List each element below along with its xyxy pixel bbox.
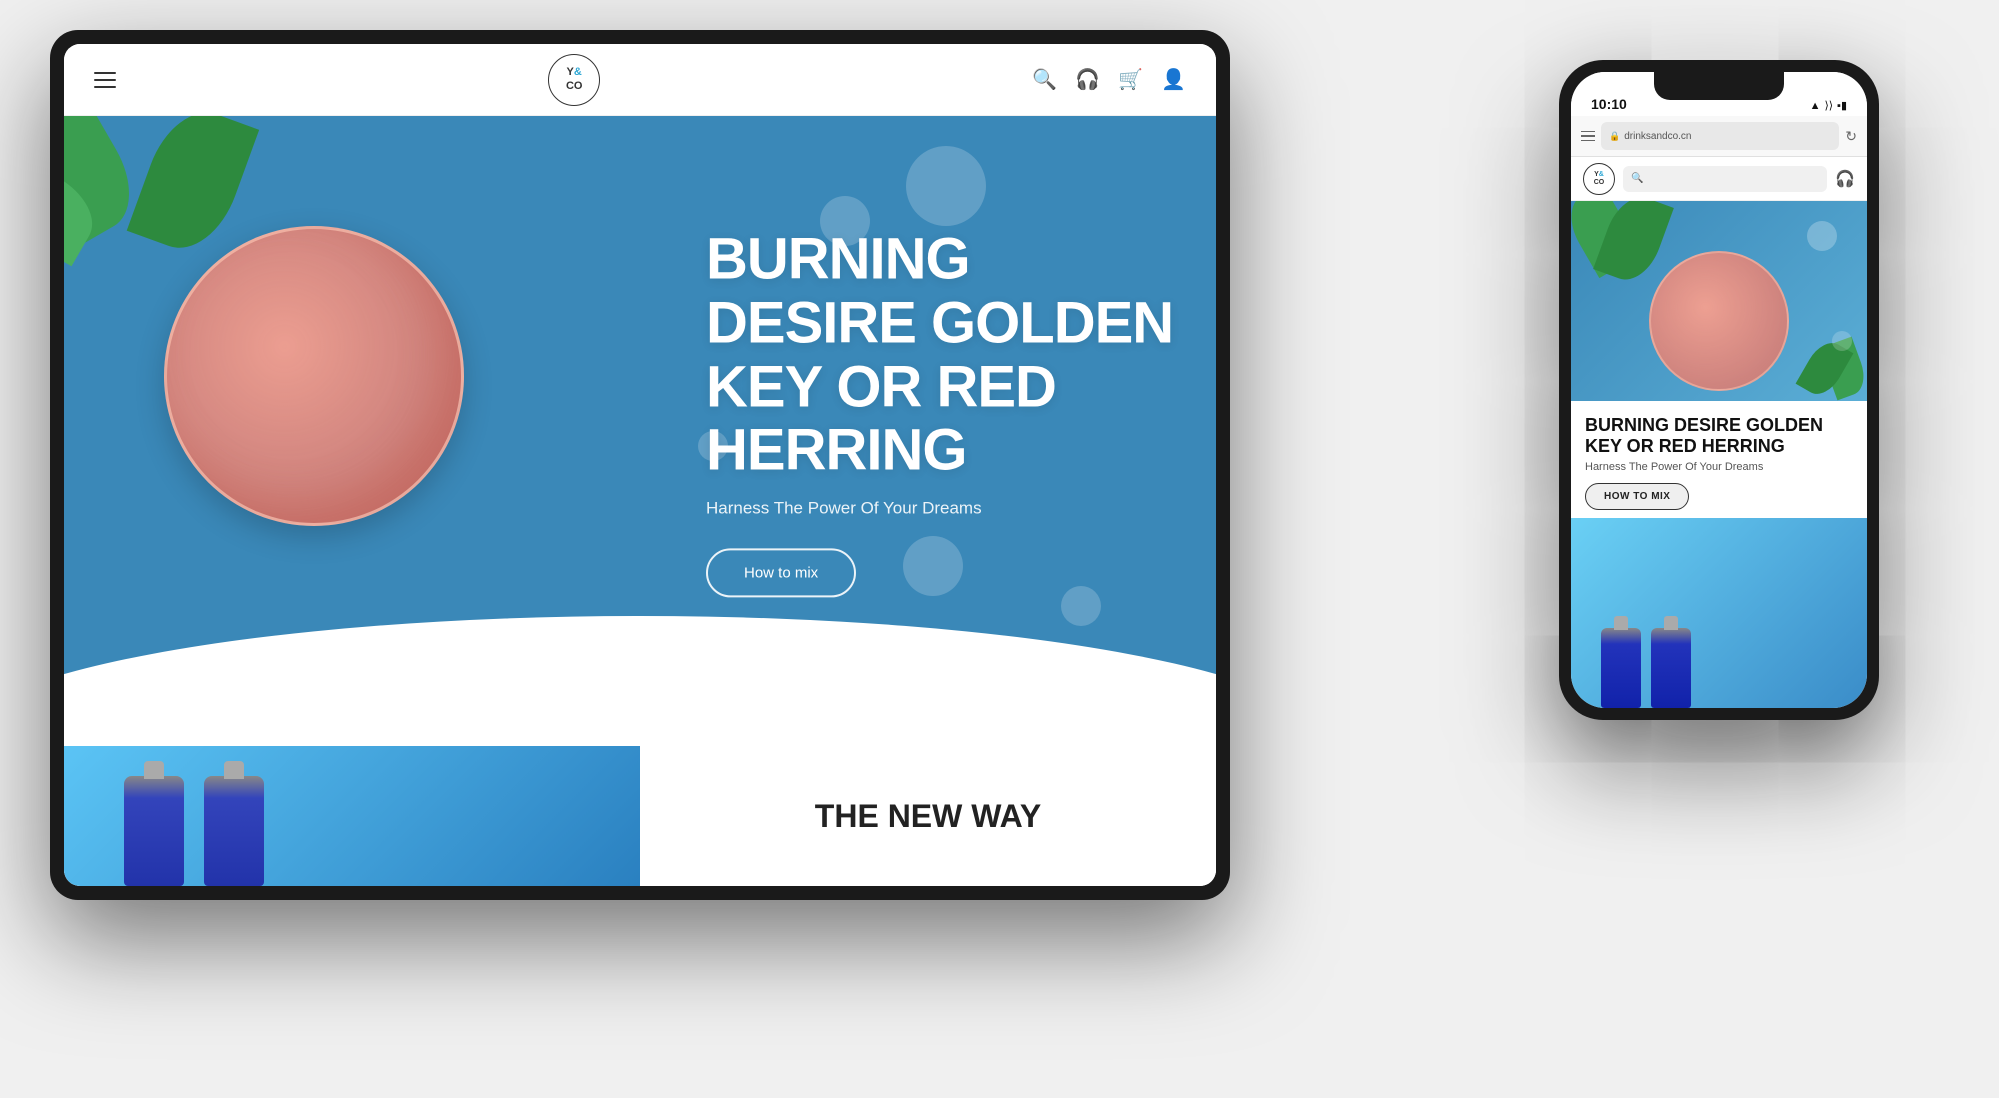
phone-navbar: Y&CO 🔍 🎧 — [1571, 157, 1867, 201]
wave-decoration — [64, 616, 1216, 746]
phone-search-bar[interactable]: 🔍 — [1623, 166, 1827, 192]
phone-notch — [1654, 72, 1784, 100]
phone-logo[interactable]: Y&CO — [1583, 163, 1615, 195]
phone-bottom-card — [1571, 518, 1867, 708]
bottom-card-text: THE NEW WAY — [640, 746, 1216, 886]
signal-icon: ▲ — [1810, 100, 1821, 112]
battery-icon: ▪▮ — [1837, 99, 1847, 112]
phone-hero-title: BURNING DESIRE GOLDEN KEY OR RED HERRING — [1585, 415, 1853, 456]
tablet-bottom-section: THE NEW WAY — [64, 746, 1216, 886]
tablet-navbar: Y&CO 🔍 🎧 🛒 👤 — [64, 44, 1216, 116]
tablet-logo[interactable]: Y&CO — [548, 54, 600, 106]
logo-text: Y&CO — [566, 66, 583, 92]
phone-hero-subtitle: Harness The Power Of Your Dreams — [1585, 461, 1853, 473]
bottle-image-1 — [124, 776, 184, 886]
phone-screen: 10:10 ▲ ⟩⟩ ▪▮ 🔒 drinksandco.cn ↻ — [1571, 72, 1867, 708]
url-bar[interactable]: 🔒 drinksandco.cn — [1601, 122, 1839, 150]
hero-text-block: BURNING DESIRE GOLDEN KEY OR RED HERRING… — [706, 227, 1176, 597]
status-icons: ▲ ⟩⟩ ▪▮ — [1810, 99, 1847, 112]
phone-cocktail-glass — [1649, 251, 1789, 391]
hero-title: BURNING DESIRE GOLDEN KEY OR RED HERRING — [706, 227, 1176, 482]
phone-text-section: BURNING DESIRE GOLDEN KEY OR RED HERRING… — [1571, 401, 1867, 518]
bottom-card-product — [64, 746, 640, 886]
phone-content: BURNING DESIRE GOLDEN KEY OR RED HERRING… — [1571, 201, 1867, 708]
phone-device: 10:10 ▲ ⟩⟩ ▪▮ 🔒 drinksandco.cn ↻ — [1559, 60, 1879, 720]
phone-headset-icon[interactable]: 🎧 — [1835, 169, 1855, 189]
tablet-hero: BURNING DESIRE GOLDEN KEY OR RED HERRING… — [64, 116, 1216, 746]
bottle-image-2 — [204, 776, 264, 886]
nav-icons: 🔍 🎧 🛒 👤 — [1032, 67, 1186, 92]
leaves-decoration — [64, 116, 224, 246]
hamburger-menu[interactable] — [94, 72, 116, 88]
bottom-card-title: THE NEW WAY — [815, 798, 1041, 835]
bokeh-dot — [906, 146, 986, 226]
search-icon[interactable]: 🔍 — [1032, 67, 1057, 92]
user-icon[interactable]: 👤 — [1161, 67, 1186, 92]
lock-icon: 🔒 — [1609, 131, 1620, 142]
wifi-icon: ⟩⟩ — [1824, 99, 1833, 112]
phone-browser-bar: 🔒 drinksandco.cn ↻ — [1571, 116, 1867, 157]
phone-bokeh — [1832, 331, 1852, 351]
cart-icon[interactable]: 🛒 — [1118, 67, 1143, 92]
tablet-screen: Y&CO 🔍 🎧 🛒 👤 — [64, 44, 1216, 886]
phone-hero-image — [1571, 201, 1867, 401]
hero-subtitle: Harness The Power Of Your Dreams — [706, 499, 1176, 519]
phone-how-to-mix-button[interactable]: HOW TO MIX — [1585, 483, 1689, 510]
phone-logo-text: Y&CO — [1594, 171, 1605, 186]
scene: Y&CO 🔍 🎧 🛒 👤 — [0, 0, 1999, 1098]
browser-menu-icon[interactable] — [1581, 131, 1595, 142]
refresh-icon[interactable]: ↻ — [1845, 128, 1857, 145]
headset-icon[interactable]: 🎧 — [1075, 67, 1100, 92]
phone-bottle-1 — [1601, 628, 1641, 708]
status-time: 10:10 — [1591, 96, 1627, 112]
how-to-mix-button[interactable]: How to mix — [706, 549, 856, 598]
phone-bokeh — [1807, 221, 1837, 251]
tablet-device: Y&CO 🔍 🎧 🛒 👤 — [50, 30, 1230, 900]
phone-bottle-2 — [1651, 628, 1691, 708]
search-placeholder: 🔍 — [1631, 173, 1643, 184]
url-text: drinksandco.cn — [1624, 131, 1691, 142]
